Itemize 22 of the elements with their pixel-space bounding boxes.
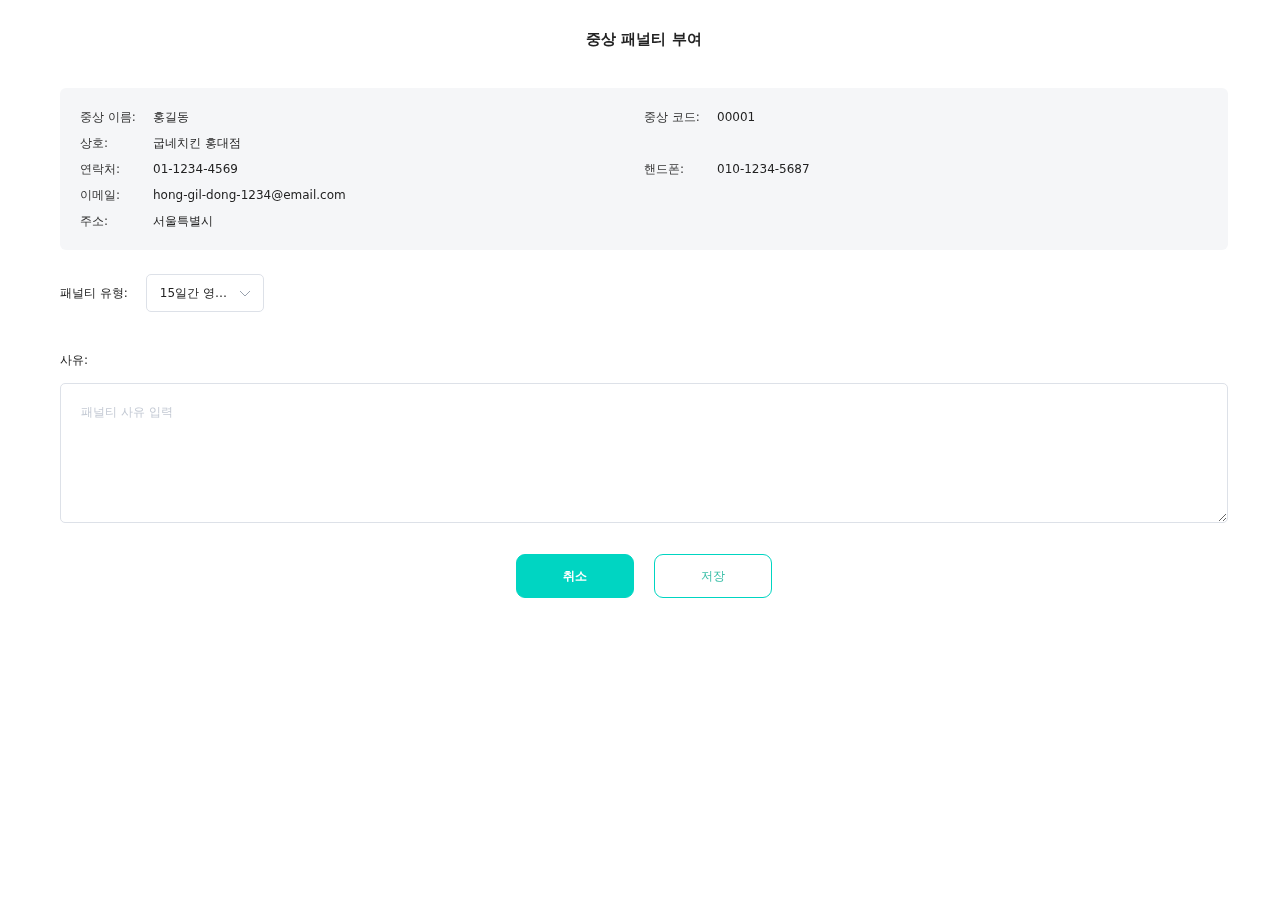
field-value: 00001 xyxy=(717,110,756,124)
penalty-type-dropdown[interactable]: 15일간 영… xyxy=(145,274,264,312)
field-label: 이메일: xyxy=(80,186,122,204)
chevron-down-icon xyxy=(238,289,251,297)
field-label: 상호: xyxy=(80,134,110,152)
field-label: 핸드폰: xyxy=(644,160,686,178)
field-value: 홍길동 xyxy=(153,108,189,126)
field-label: 연락처: xyxy=(80,160,122,178)
field-label: 중상 이름: xyxy=(80,108,137,126)
cancel-button[interactable]: 취소 xyxy=(516,554,634,598)
field-value: 서울특별시 xyxy=(153,212,213,230)
page-title: 중상 패널티 부여 xyxy=(585,30,703,50)
field-value: 01-1234-4569 xyxy=(153,162,238,176)
field-value: 010-1234-5687 xyxy=(717,162,810,176)
reason-label: 사유: xyxy=(60,352,90,369)
field-value: hong-gil-dong-1234@email.com xyxy=(153,188,346,202)
field-label: 중상 코드: xyxy=(644,108,701,126)
save-button[interactable]: 저장 xyxy=(654,554,772,598)
field-value: 굽네치킨 홍대점 xyxy=(153,134,241,152)
reason-input-field[interactable]: 패널티 사유 입력 xyxy=(60,383,1228,523)
field-label: 주소: xyxy=(80,212,110,230)
penalty-type-label: 패널티 유형: xyxy=(60,284,128,302)
